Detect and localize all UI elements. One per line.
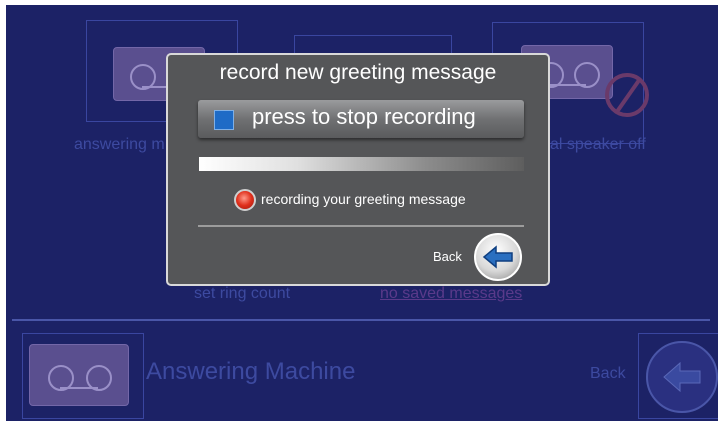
dialog-back-button[interactable] bbox=[474, 233, 522, 281]
set-ring-count-link[interactable]: set ring count bbox=[194, 285, 290, 303]
dialog-divider bbox=[198, 225, 524, 227]
recording-status-text: recording your greeting message bbox=[261, 191, 466, 207]
speaker-mute-icon bbox=[605, 73, 649, 117]
answering-machine-tile-label: answering m bbox=[74, 136, 165, 153]
section-divider bbox=[12, 319, 710, 321]
speaker-off-tile-label: al speaker off bbox=[550, 136, 646, 153]
stop-icon bbox=[214, 110, 234, 130]
dialog-title: record new greeting message bbox=[219, 61, 497, 84]
recording-progress-bar bbox=[199, 157, 524, 171]
stop-recording-label: press to stop recording bbox=[252, 104, 476, 129]
arrow-left-icon bbox=[482, 245, 513, 269]
no-saved-messages-link[interactable]: no saved messages bbox=[380, 285, 522, 303]
page-title: Answering Machine bbox=[146, 358, 356, 385]
arrow-left-icon bbox=[663, 361, 701, 393]
stop-recording-button[interactable]: press to stop recording bbox=[198, 100, 524, 138]
answering-machine-header-tile bbox=[22, 333, 144, 419]
background-back-label: Back bbox=[590, 365, 626, 382]
dialog-back-label: Back bbox=[433, 249, 462, 264]
record-greeting-dialog: record new greeting message press to sto… bbox=[166, 53, 550, 286]
recording-indicator-icon bbox=[234, 189, 256, 211]
cassette-icon bbox=[29, 344, 129, 406]
background-back-button[interactable] bbox=[646, 341, 718, 413]
